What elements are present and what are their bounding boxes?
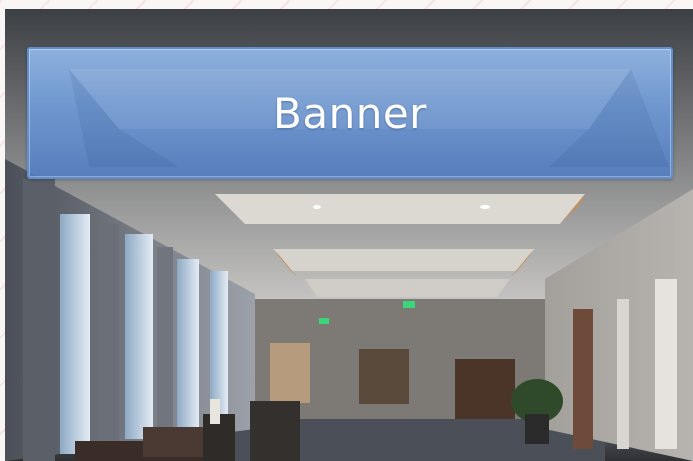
banner[interactable]: Banner: [27, 47, 673, 179]
banner-label: Banner: [273, 88, 427, 138]
